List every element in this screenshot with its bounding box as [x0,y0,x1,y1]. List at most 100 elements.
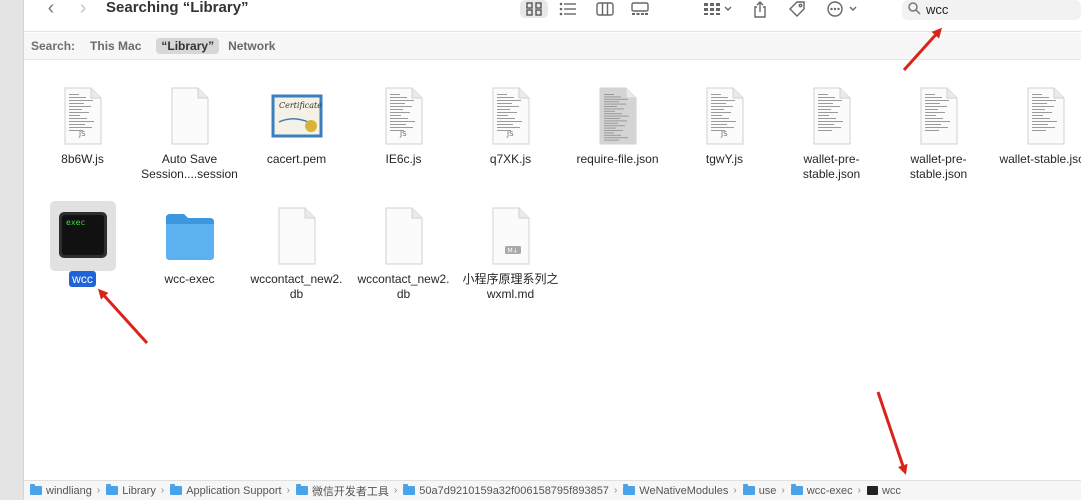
columns-icon [596,2,614,16]
path-crumb[interactable]: 微信开发者工具 [295,483,389,499]
file-item[interactable]: require-file.json [564,81,671,167]
file-icon-wrap: M↓ [457,201,564,271]
back-button[interactable]: ‹ [42,0,60,18]
file-icon-wrap: JS [671,81,778,151]
file-item[interactable]: wallet-pre-stable.json [885,81,992,182]
finder-toolbar: ‹ › Searching “Library” [24,0,1081,32]
file-icon-wrap [885,81,992,151]
file-item[interactable]: wallet-stable.json [992,81,1081,167]
file-name: cacert.pem [243,152,350,167]
search-input[interactable] [926,0,1076,18]
file-item[interactable]: JS IE6c.js [350,81,457,167]
path-separator: › [96,485,101,496]
folder-icon [106,484,119,495]
file-name-line1: require-file.json [576,152,659,166]
group-grid-icon [704,3,732,15]
file-item[interactable]: JS tgwY.js [671,81,778,167]
file-name: wallet-stable.json [992,152,1081,167]
scope-library[interactable]: “Library” [156,38,220,54]
scope-network[interactable]: Network [223,38,280,54]
share-icon [754,0,766,18]
path-crumb[interactable]: wcc [866,485,901,497]
file-icon-wrap: JS [350,81,457,151]
svg-text:JS: JS [506,130,514,138]
file-name-line1: wccontact_new2. [250,272,343,286]
file-icon-wrap [136,201,243,271]
file-item[interactable]: JS 8b6W.js [29,81,136,167]
file-icon-wrap: JS [457,81,564,151]
path-crumb-label: windliang [46,484,92,497]
file-name: q7XK.js [457,152,564,167]
path-crumb-label: use [758,484,777,497]
tags-button[interactable] [786,0,808,18]
svg-text:JS: JS [399,130,407,138]
text-doc-icon: JS [64,87,101,145]
path-crumb[interactable]: Library [106,484,156,497]
path-crumb[interactable]: Application Support [170,484,282,497]
file-item[interactable]: exec wcc [29,201,136,287]
sidebar-edge [0,0,24,500]
icon-view-button[interactable] [520,0,548,18]
path-separator: › [733,485,737,496]
file-item[interactable]: wcc-exec [136,201,243,287]
dense-doc-icon [599,87,636,145]
list-icon [559,2,576,16]
markdown-icon: M↓ [492,207,529,265]
file-name: wcc [29,271,136,287]
forward-button[interactable]: › [74,0,92,18]
svg-text:JS: JS [78,130,86,138]
path-crumb-label: WeNativeModules [639,484,729,497]
file-name-line1: IE6c.js [385,152,422,166]
file-item[interactable]: M↓ 小程序原理系列之 wxml.md [457,201,564,302]
blank-doc-icon [385,207,422,265]
path-crumb-label: wcc-exec [806,484,853,497]
more-actions-button[interactable] [824,0,862,18]
gallery-view-button[interactable] [626,0,654,18]
list-view-button[interactable] [554,0,582,18]
path-bar: windliang › Library › Application Support › 微信… [24,480,1081,500]
path-separator: › [857,485,861,496]
file-name-line1: cacert.pem [266,152,327,166]
path-separator: › [613,485,618,496]
path-crumb[interactable]: use [742,484,777,497]
file-icon-wrap [778,81,885,151]
file-name-line2: db [396,287,411,301]
file-name-line1: tgwY.js [705,152,744,166]
folder-icon [403,484,416,495]
file-item[interactable]: wccontact_new2. db [243,201,350,302]
file-name: Auto Save Session....session [136,152,243,182]
terminal-icon [866,486,878,495]
scope-this-mac[interactable]: This Mac [85,38,146,54]
path-crumb[interactable]: WeNativeModules [623,484,729,497]
path-crumb-label: Application Support [186,484,282,497]
share-button[interactable] [750,0,770,18]
file-name-line1: wcc [69,271,96,287]
file-name-line2: stable.json [909,167,968,181]
file-item[interactable]: wallet-pre-stable.json [778,81,885,182]
file-item[interactable]: Certificate cacert.pem [243,81,350,167]
file-icon-wrap [564,81,671,151]
path-crumb[interactable]: 50a7d9210159a32f006158795f893857 [403,484,609,497]
file-icon-wrap: Certificate [243,81,350,151]
text-doc-icon [920,87,957,145]
path-separator: › [160,485,165,496]
file-item[interactable]: JS q7XK.js [457,81,564,167]
file-name: wcc-exec [136,272,243,287]
file-item[interactable]: Auto Save Session....session [136,81,243,182]
file-icon-wrap: JS [29,81,136,151]
file-name: require-file.json [564,152,671,167]
search-field[interactable] [902,0,1081,20]
path-crumb[interactable]: windliang [30,484,92,497]
grid-icon [526,2,542,16]
certificate-icon: Certificate [271,94,322,138]
file-name-line1: wccontact_new2. [357,272,450,286]
file-item[interactable]: wccontact_new2. db [350,201,457,302]
path-separator: › [393,485,398,496]
group-by-button[interactable] [700,0,736,18]
gallery-icon [631,2,649,15]
file-name-line1: 8b6W.js [61,152,104,166]
exec-icon: exec [58,212,107,258]
path-crumb[interactable]: wcc-exec [790,484,853,497]
column-view-button[interactable] [591,0,619,18]
folder-icon [742,484,755,495]
